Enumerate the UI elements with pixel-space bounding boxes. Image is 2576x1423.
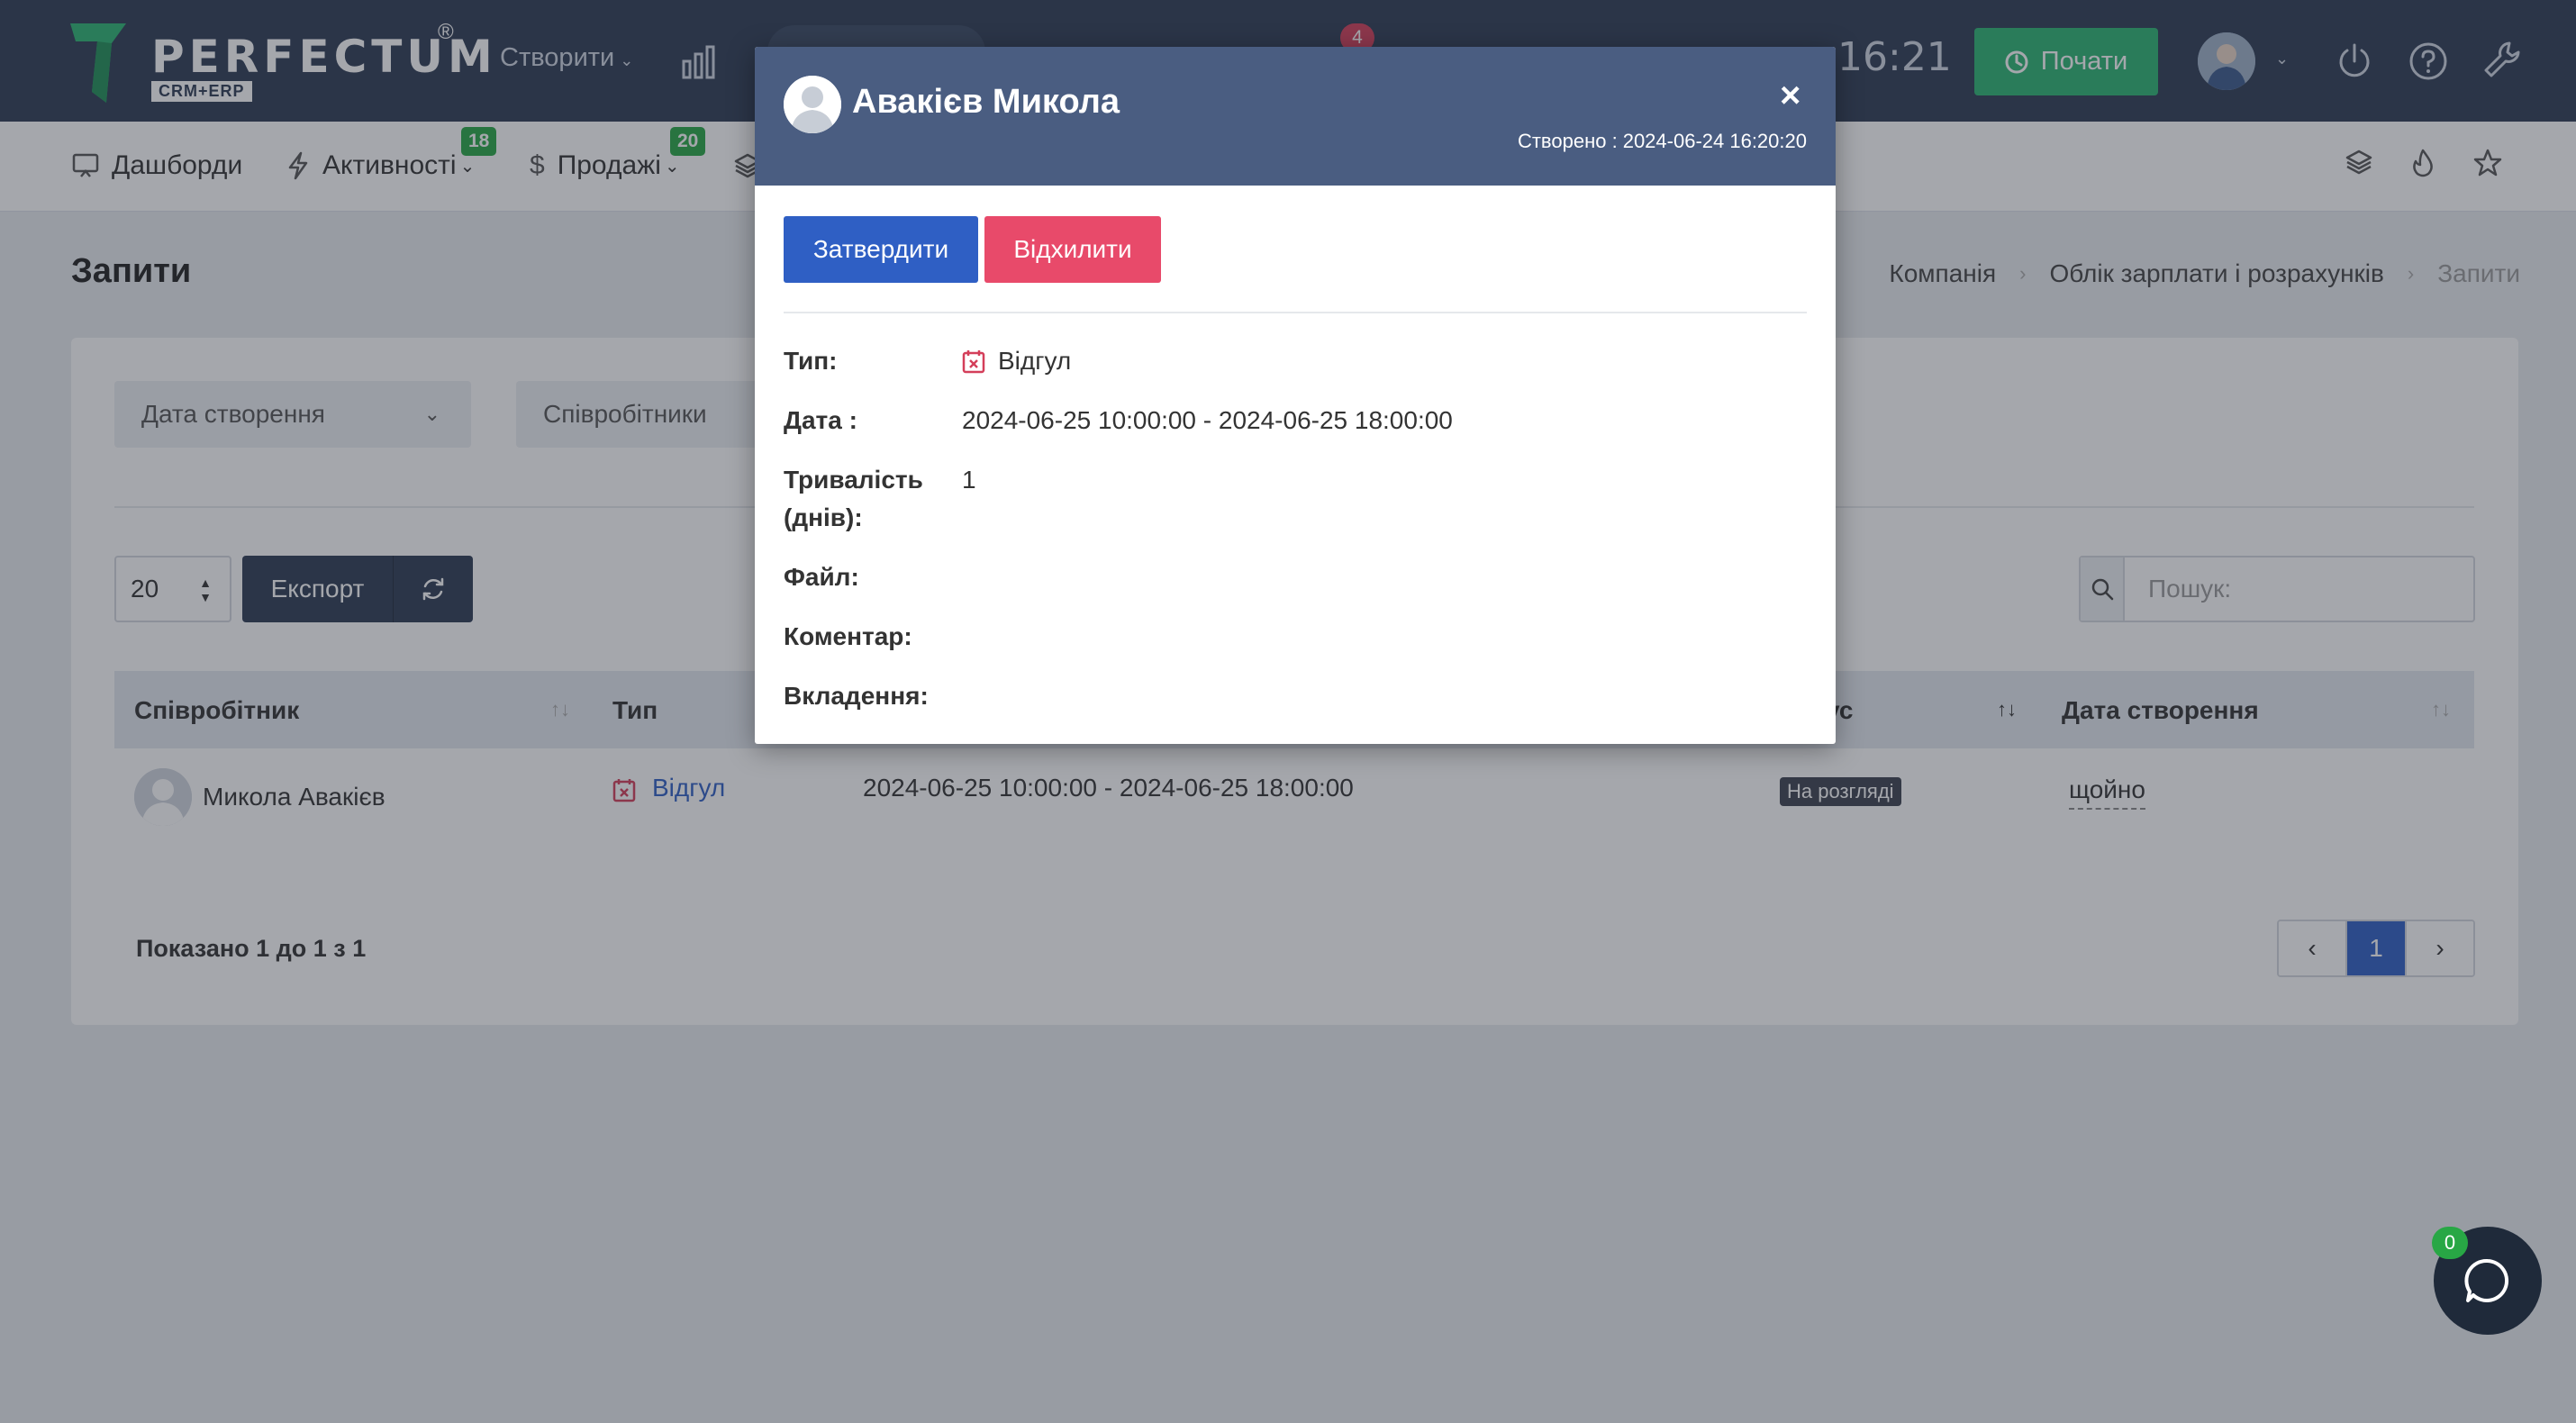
reject-button[interactable]: Відхилити xyxy=(984,216,1161,283)
field-date-value: 2024-06-25 10:00:00 - 2024-06-25 18:00:0… xyxy=(962,406,1453,434)
field-attachments-label: Вкладення: xyxy=(784,682,929,710)
modal-created-info: Створено : 2024-06-24 16:20:20 xyxy=(1518,130,1807,153)
approve-button[interactable]: Затвердити xyxy=(784,216,978,283)
request-modal: Авакієв Микола × Створено : 2024-06-24 1… xyxy=(755,47,1836,744)
user-placeholder-icon xyxy=(784,76,841,133)
field-duration-label: Тривалість (днів): xyxy=(784,466,923,531)
field-date-label: Дата : xyxy=(784,406,857,434)
modal-title: Авакієв Микола xyxy=(852,83,1120,121)
field-file-label: Файл: xyxy=(784,563,859,591)
created-label: Створено : xyxy=(1517,130,1618,152)
field-duration-value: 1 xyxy=(962,466,976,494)
modal-avatar xyxy=(784,76,841,133)
chat-count-badge: 0 xyxy=(2432,1227,2468,1259)
chat-icon xyxy=(2464,1258,2509,1302)
created-value: 2024-06-24 16:20:20 xyxy=(1622,130,1807,152)
field-type-value: Відгул xyxy=(962,342,1071,380)
field-type-label: Тип: xyxy=(784,347,838,375)
close-icon[interactable]: × xyxy=(1780,77,1800,113)
modal-header: Авакієв Микола × Створено : 2024-06-24 1… xyxy=(755,47,1836,186)
divider xyxy=(784,312,1807,313)
calendar-x-icon xyxy=(962,350,985,374)
type-text: Відгул xyxy=(998,347,1072,375)
field-comment-label: Коментар: xyxy=(784,622,912,650)
